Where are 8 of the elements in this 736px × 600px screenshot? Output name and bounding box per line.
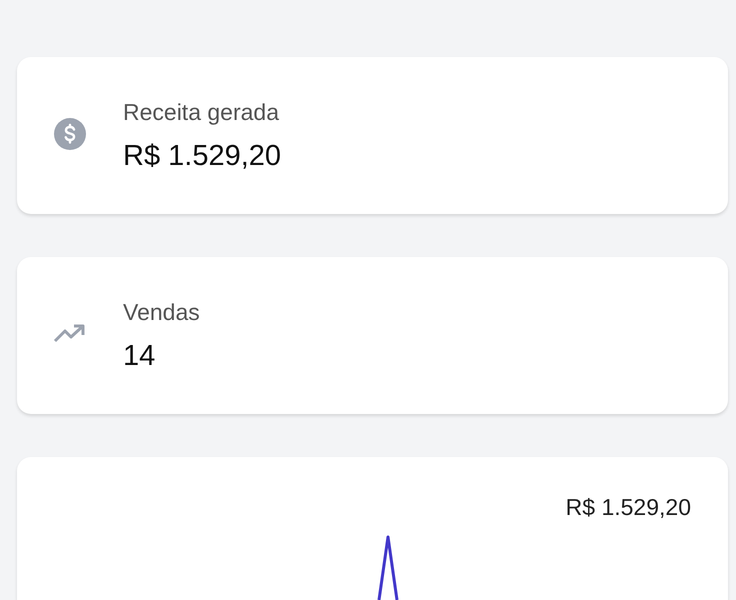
- spike-line-drawing: [377, 535, 399, 600]
- card-label: Receita gerada: [123, 98, 280, 126]
- card-label: Vendas: [123, 298, 200, 326]
- card-value: R$ 1.529,20: [123, 140, 282, 172]
- trending-up-icon: [53, 324, 87, 344]
- dollar-icon: [53, 116, 87, 150]
- chart-value-label: R$ 1.529,20: [566, 494, 691, 521]
- card-value: 14: [123, 340, 156, 372]
